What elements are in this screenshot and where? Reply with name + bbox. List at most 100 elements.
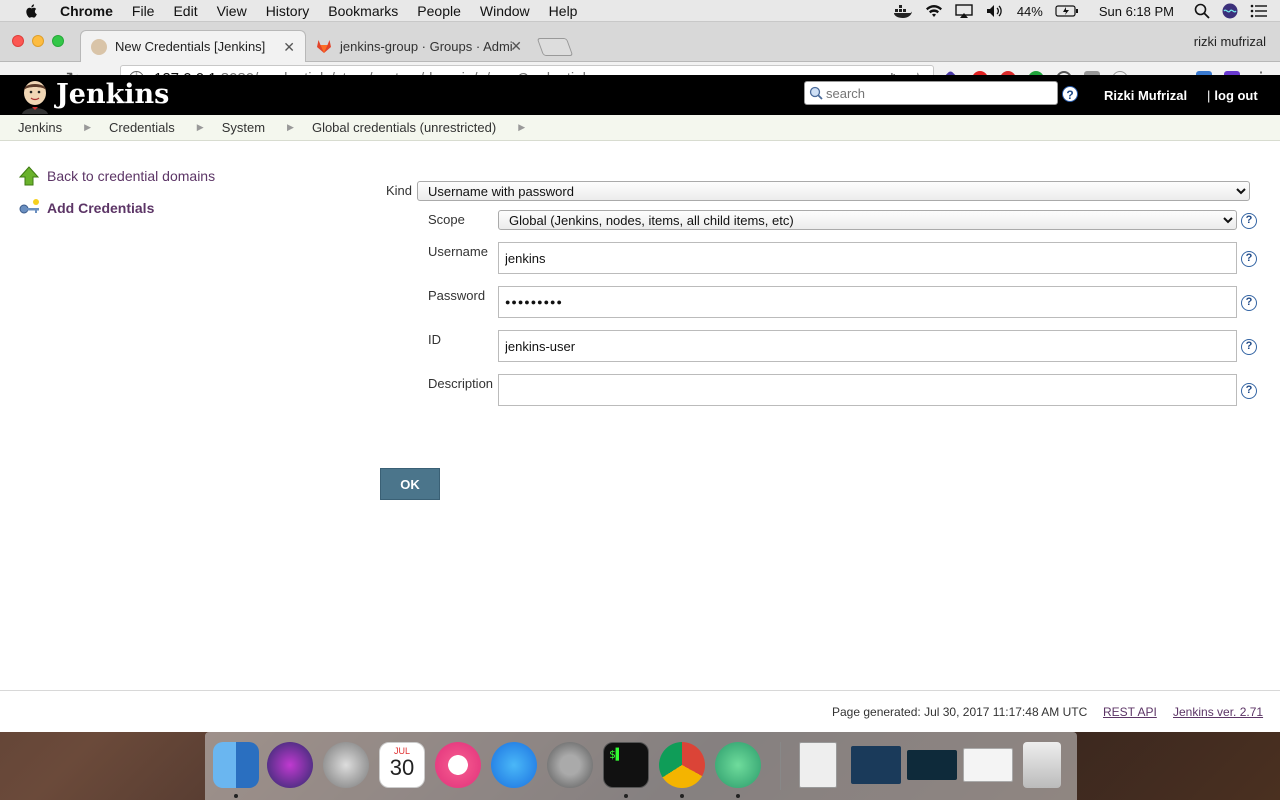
up-arrow-icon (18, 166, 40, 186)
side-panel: Back to credential domains Add Credentia… (18, 160, 358, 224)
launchpad-icon[interactable] (323, 742, 369, 788)
page-footer: Page generated: Jul 30, 2017 11:17:48 AM… (0, 690, 1280, 732)
scope-help-icon[interactable]: ? (1241, 213, 1257, 229)
description-help-icon[interactable]: ? (1241, 383, 1257, 399)
window-thumbnail-icon[interactable] (851, 746, 901, 784)
close-tab-icon[interactable]: ✕ (510, 38, 522, 55)
siri-icon[interactable] (267, 742, 313, 788)
chrome-icon[interactable] (659, 742, 705, 788)
scope-label: Scope (428, 212, 465, 227)
clock[interactable]: Sun 6:18 PM (1099, 4, 1174, 19)
jenkins-header: Jenkins ? Rizki Mufrizal |log out (0, 75, 1280, 115)
minimize-window-button[interactable] (32, 35, 44, 47)
tab-title: New Credentials [Jenkins] (115, 39, 266, 54)
breadcrumb-credentials[interactable]: Credentials (109, 120, 175, 135)
scope-select[interactable]: Global (Jenkins, nodes, items, all child… (498, 210, 1237, 230)
docker-icon[interactable] (893, 4, 913, 18)
system-preferences-icon[interactable] (547, 742, 593, 788)
id-help-icon[interactable]: ? (1241, 339, 1257, 355)
rest-api-link[interactable]: REST API (1103, 705, 1157, 719)
terminal-icon[interactable]: $▌ (603, 742, 649, 788)
breadcrumb-arrow-icon[interactable]: ▶ (518, 122, 525, 133)
new-tab-button[interactable] (536, 38, 574, 56)
downloads-stack-icon[interactable] (799, 742, 837, 788)
breadcrumb-arrow-icon[interactable]: ▶ (84, 122, 91, 133)
password-help-icon[interactable]: ? (1241, 295, 1257, 311)
running-indicator (624, 794, 628, 798)
username-help-icon[interactable]: ? (1241, 251, 1257, 267)
task-add-credentials[interactable]: Add Credentials (18, 192, 358, 224)
close-tab-icon[interactable]: ✕ (283, 39, 295, 56)
menu-window[interactable]: Window (480, 3, 530, 19)
app-store-icon[interactable] (491, 742, 537, 788)
menu-people[interactable]: People (417, 3, 461, 19)
tab-gitlab-groups[interactable]: jenkins-group · Groups · Admi ✕ (306, 30, 532, 62)
logout-link[interactable]: | log out (1207, 88, 1258, 103)
profile-name[interactable]: rizki mufrizal (1194, 34, 1266, 49)
close-window-button[interactable] (12, 35, 24, 47)
task-back-to-domains[interactable]: Back to credential domains (18, 160, 358, 192)
username-field[interactable] (498, 242, 1237, 274)
kind-select[interactable]: Username with password (417, 181, 1250, 201)
breadcrumb-global-credentials[interactable]: Global credentials (unrestricted) (312, 120, 496, 135)
menu-help[interactable]: Help (549, 3, 578, 19)
password-field[interactable] (498, 286, 1237, 318)
menu-history[interactable]: History (266, 3, 310, 19)
search-input[interactable] (826, 85, 1046, 101)
siri-icon[interactable] (1222, 3, 1238, 19)
ok-button[interactable]: OK (380, 468, 440, 500)
menu-view[interactable]: View (217, 3, 247, 19)
finder-icon[interactable] (213, 742, 259, 788)
task-label: Add Credentials (47, 200, 155, 216)
jenkins-butler-icon[interactable] (18, 78, 52, 114)
wifi-icon[interactable] (925, 4, 943, 18)
search-box (804, 81, 1058, 105)
menu-file[interactable]: File (132, 3, 155, 19)
calendar-icon[interactable]: JUL 30 (379, 742, 425, 788)
id-label: ID (428, 332, 441, 347)
task-label: Back to credential domains (47, 168, 216, 184)
spotlight-icon[interactable] (1194, 3, 1210, 19)
breadcrumb: Jenkins ▶ Credentials ▶ System ▶ Global … (0, 115, 1280, 141)
search-icon (809, 86, 823, 100)
description-field[interactable] (498, 374, 1237, 406)
tab-strip: New Credentials [Jenkins] ✕ jenkins-grou… (0, 22, 1280, 62)
menu-app-name[interactable]: Chrome (60, 3, 113, 19)
jenkins-version-link[interactable]: Jenkins ver. 2.71 (1173, 705, 1263, 719)
trash-icon[interactable] (1023, 742, 1061, 788)
help-icon[interactable]: ? (1062, 86, 1078, 102)
dock-separator (780, 742, 781, 790)
window-thumbnail-icon[interactable] (907, 750, 957, 780)
id-field[interactable] (498, 330, 1237, 362)
breadcrumb-arrow-icon[interactable]: ▶ (197, 122, 204, 133)
credentials-key-icon (19, 199, 39, 214)
breadcrumb-jenkins[interactable]: Jenkins (18, 120, 62, 135)
kind-label: Kind (386, 183, 413, 198)
breadcrumb-system[interactable]: System (222, 120, 265, 135)
battery-icon[interactable] (1055, 5, 1079, 17)
menu-edit[interactable]: Edit (173, 3, 197, 19)
gitlab-favicon-icon (316, 38, 332, 54)
notification-center-icon[interactable] (1250, 4, 1268, 18)
tab-new-credentials[interactable]: New Credentials [Jenkins] ✕ (80, 30, 306, 62)
user-name-link[interactable]: Rizki Mufrizal (1104, 88, 1187, 103)
atom-icon[interactable] (715, 742, 761, 788)
apple-icon[interactable] (20, 3, 42, 18)
window-thumbnail-icon[interactable] (963, 748, 1013, 782)
description-label: Description (428, 376, 494, 391)
running-indicator (736, 794, 740, 798)
mac-dock: JUL 30 $▌ (205, 732, 1077, 800)
airplay-icon[interactable] (955, 4, 973, 18)
separator: | (1207, 88, 1211, 103)
zoom-window-button[interactable] (52, 35, 64, 47)
logout-label: log out (1214, 88, 1258, 103)
mac-menubar: Chrome File Edit View History Bookmarks … (0, 0, 1280, 22)
running-indicator (234, 794, 238, 798)
jenkins-favicon-icon (91, 38, 107, 55)
password-label: Password (428, 288, 486, 303)
itunes-icon[interactable] (435, 742, 481, 788)
jenkins-logo-text[interactable]: Jenkins (56, 79, 169, 110)
volume-icon[interactable] (985, 4, 1005, 18)
menu-bookmarks[interactable]: Bookmarks (328, 3, 398, 19)
breadcrumb-arrow-icon[interactable]: ▶ (287, 122, 294, 133)
